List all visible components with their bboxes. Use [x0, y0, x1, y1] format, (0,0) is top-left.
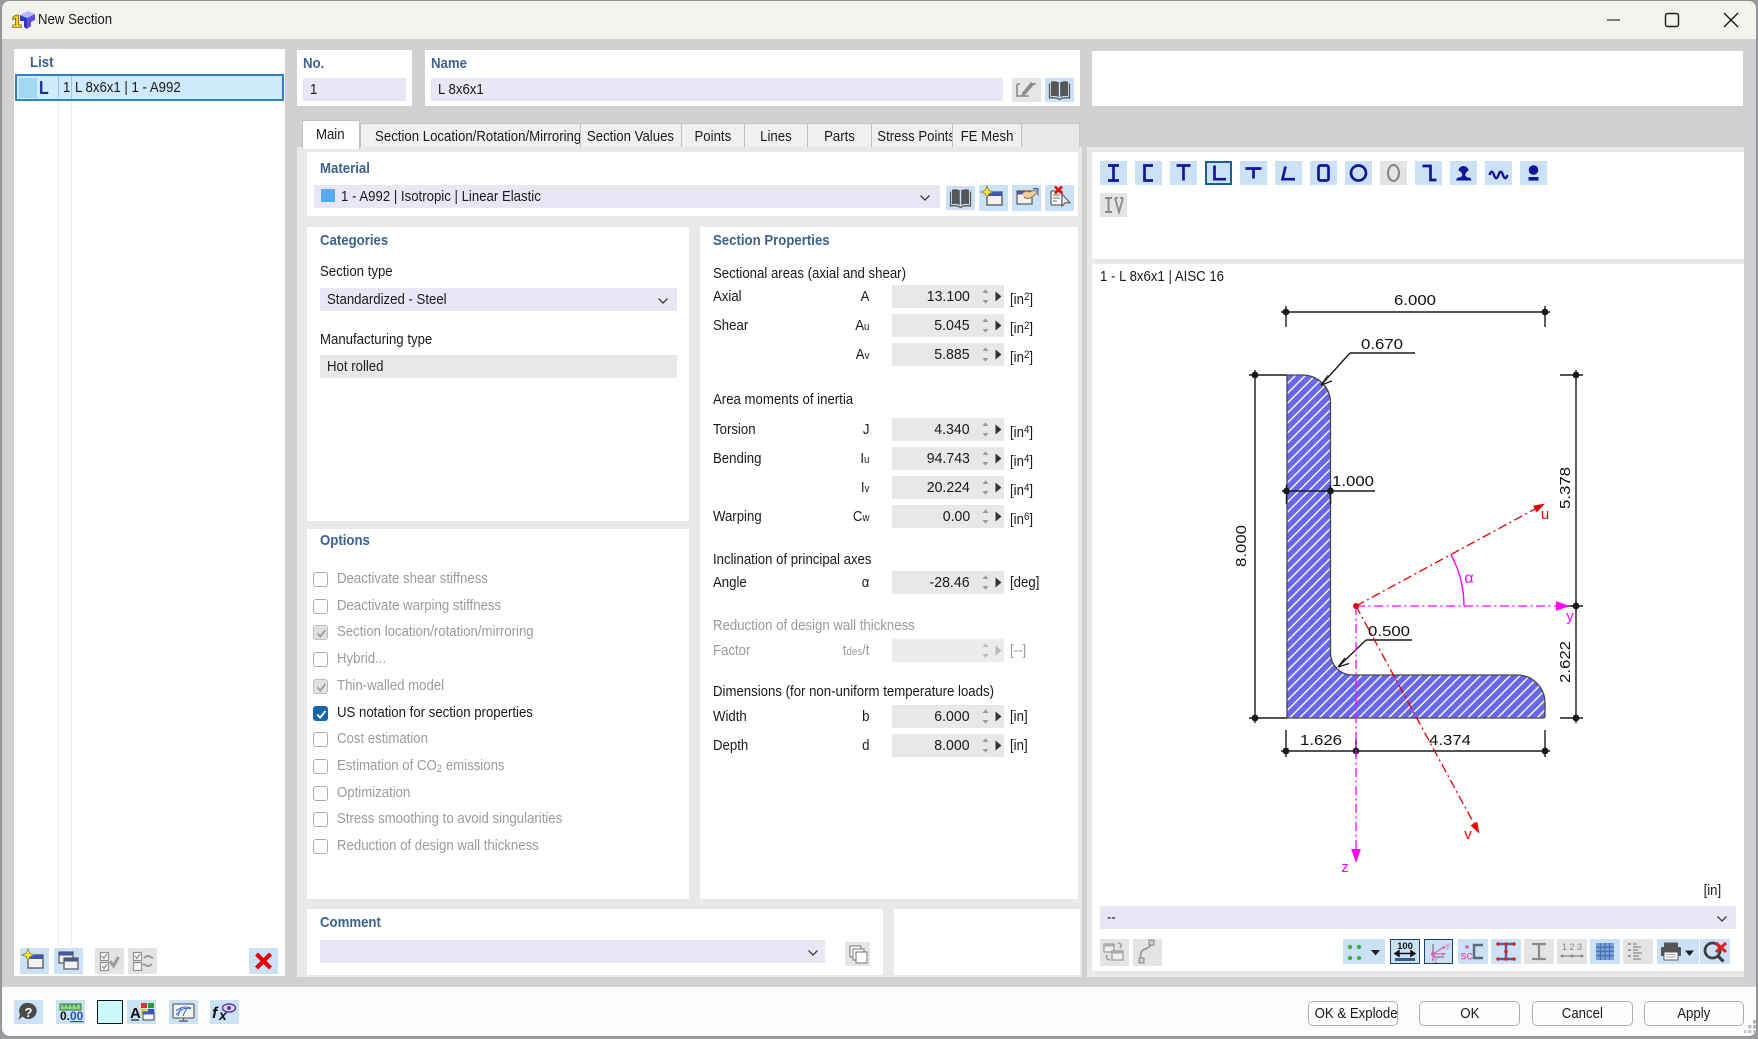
svg-text:6.000: 6.000 [1394, 292, 1436, 309]
svg-text:1.000: 1.000 [1332, 473, 1374, 490]
svg-text:SC: SC [1461, 952, 1474, 962]
svg-text:y: y [1446, 941, 1450, 950]
svg-text:00: 00 [70, 1009, 84, 1023]
svg-text:2.622: 2.622 [1557, 641, 1574, 683]
svg-text:?: ? [25, 1005, 33, 1020]
svg-text:z: z [1434, 956, 1438, 964]
svg-text:α: α [1464, 570, 1473, 587]
svg-text:0.670: 0.670 [1361, 336, 1403, 353]
svg-text:4.374: 4.374 [1429, 732, 1471, 749]
svg-text:0.: 0. [60, 1009, 70, 1023]
svg-text:1 2 3: 1 2 3 [1562, 942, 1582, 952]
svg-text:5.378: 5.378 [1557, 467, 1574, 509]
svg-text:z: z [1341, 859, 1349, 876]
svg-text:v: v [1464, 826, 1472, 843]
svg-text:1.626: 1.626 [1300, 732, 1342, 749]
svg-text:1: 1 [12, 12, 21, 31]
svg-text:0.500: 0.500 [1368, 623, 1410, 640]
svg-text:u: u [1541, 506, 1549, 523]
svg-text:y: y [1566, 608, 1574, 625]
svg-text:8.000: 8.000 [1233, 525, 1250, 567]
